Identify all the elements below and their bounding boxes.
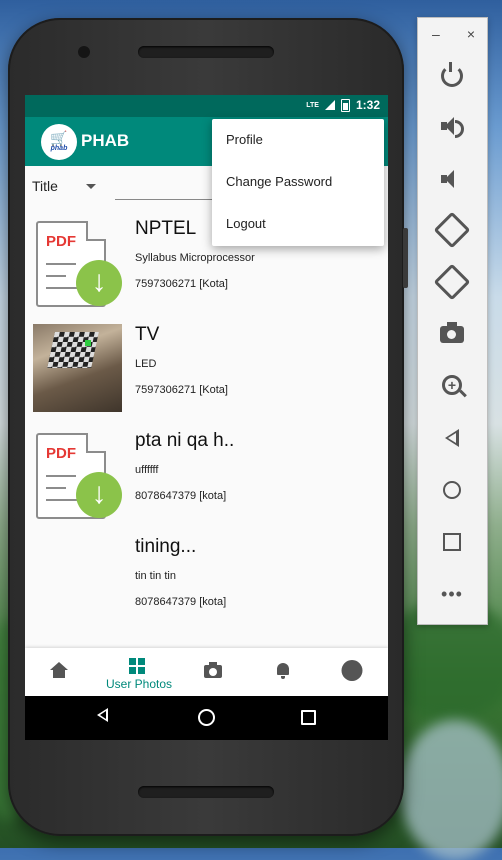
app-logo[interactable]: 🛒 phab: [41, 124, 77, 160]
item-description: tin tin tin: [135, 570, 176, 582]
home-button[interactable]: [437, 475, 467, 505]
volume-down-button[interactable]: [437, 164, 467, 194]
chevron-down-icon: [85, 183, 96, 189]
divider: [46, 263, 76, 265]
divider: [46, 499, 80, 501]
power-icon: [441, 62, 463, 87]
status-icons: LTE 1:32: [306, 98, 380, 112]
volume-down-icon: [441, 169, 463, 189]
front-camera: [78, 46, 90, 58]
home-button[interactable]: [198, 709, 215, 726]
divider: [46, 475, 76, 477]
pdf-thumbnail[interactable]: PDF ↓: [33, 430, 122, 519]
background-cloud: [400, 720, 502, 860]
nav-profile[interactable]: [322, 648, 382, 696]
avatar-icon: [341, 660, 363, 681]
bottom-navigation: User Photos: [25, 648, 388, 696]
ceiling-pattern: [47, 332, 99, 368]
back-button[interactable]: [437, 423, 467, 453]
back-icon: [445, 429, 459, 447]
menu-item-change-password[interactable]: Change Password: [212, 161, 384, 203]
list-item[interactable]: tining... tin tin tin 8078647379 [kota]: [25, 526, 388, 632]
divider: [46, 275, 66, 277]
battery-icon: [340, 98, 350, 112]
overflow-menu: Profile Change Password Logout: [212, 119, 384, 246]
more-button[interactable]: •••: [437, 579, 467, 609]
item-description: uffffff: [135, 464, 159, 476]
minimize-button[interactable]: –: [432, 26, 440, 42]
volume-up-icon: [441, 116, 464, 138]
overview-button[interactable]: [437, 527, 467, 557]
item-description: Syllabus Microprocessor: [135, 252, 255, 264]
item-meta: 8078647379 [kota]: [135, 596, 227, 608]
recents-button[interactable]: [301, 710, 316, 725]
power-side-button: [403, 228, 408, 288]
nav-user-photos[interactable]: User Photos: [106, 648, 173, 696]
overview-icon: [443, 533, 461, 551]
rotate-left-icon: [433, 211, 471, 249]
menu-item-profile[interactable]: Profile: [212, 119, 384, 161]
home-circle-icon: [443, 481, 461, 499]
item-description: LED: [135, 358, 157, 370]
download-icon[interactable]: ↓: [76, 472, 122, 518]
item-meta: 7597306271 [Kota]: [135, 384, 228, 396]
close-button[interactable]: ×: [467, 26, 475, 42]
rotate-right-icon: [433, 263, 471, 301]
home-circle-icon: [198, 709, 215, 726]
power-button[interactable]: [437, 61, 467, 91]
pdf-label: PDF: [46, 445, 76, 462]
photo-thumbnail[interactable]: [33, 324, 122, 412]
panel-window-controls: – ×: [432, 26, 475, 42]
device-screen: LTE 1:32 🛒 phab PHAB Title PDF ↓ NPTEL S…: [25, 95, 388, 740]
nav-camera[interactable]: [183, 648, 243, 696]
app-title: PHAB: [81, 131, 130, 150]
pdf-label: PDF: [46, 233, 76, 250]
post-list: PDF ↓ NPTEL Syllabus Microprocessor 7597…: [25, 208, 388, 632]
menu-item-logout[interactable]: Logout: [212, 203, 384, 245]
nav-home[interactable]: [29, 648, 89, 696]
divider: [46, 487, 66, 489]
list-item[interactable]: TV LED 7597306271 [Kota]: [25, 314, 388, 420]
rotate-left-button[interactable]: [433, 211, 471, 249]
item-title: tining...: [135, 536, 197, 557]
signal-icon: [324, 100, 335, 110]
bell-icon: [277, 663, 289, 679]
status-bar: LTE 1:32: [25, 95, 388, 117]
logo-text: phab: [50, 145, 68, 152]
home-icon: [50, 662, 68, 678]
android-navigation-bar: [25, 696, 388, 740]
bottom-speaker: [138, 786, 274, 798]
recents-icon: [301, 710, 316, 725]
nav-user-photos-label: User Photos: [106, 677, 173, 691]
rotate-right-button[interactable]: [433, 263, 471, 301]
screenshot-button[interactable]: [437, 319, 467, 349]
item-title: TV: [135, 324, 160, 345]
list-item[interactable]: PDF ↓ pta ni qa h.. uffffff 8078647379 […: [25, 420, 388, 526]
back-icon: [97, 708, 108, 722]
zoom-icon: +: [442, 375, 462, 395]
volume-up-button[interactable]: [437, 111, 467, 141]
divider: [46, 287, 80, 289]
item-meta: 7597306271 [Kota]: [135, 278, 228, 290]
camera-icon: [440, 321, 464, 343]
led-indicator: [85, 340, 91, 346]
pdf-thumbnail[interactable]: PDF ↓: [33, 218, 122, 307]
emulator-toolbar: – × + •••: [417, 17, 488, 625]
cart-icon: 🛒: [50, 130, 68, 146]
item-title: NPTEL: [135, 218, 197, 239]
camera-icon: [204, 662, 222, 678]
zoom-button[interactable]: +: [437, 370, 467, 400]
status-time: 1:32: [355, 98, 380, 112]
grid-icon: [129, 658, 145, 674]
lte-indicator: LTE: [306, 101, 319, 109]
item-meta: 8078647379 [kota]: [135, 490, 227, 502]
filter-dropdown[interactable]: Title: [32, 178, 96, 194]
filter-selected-value: Title: [32, 178, 58, 194]
back-button[interactable]: [97, 708, 108, 722]
nav-notifications[interactable]: [253, 648, 313, 696]
top-speaker: [138, 46, 274, 58]
download-icon[interactable]: ↓: [76, 260, 122, 306]
item-title: pta ni qa h..: [135, 430, 235, 451]
